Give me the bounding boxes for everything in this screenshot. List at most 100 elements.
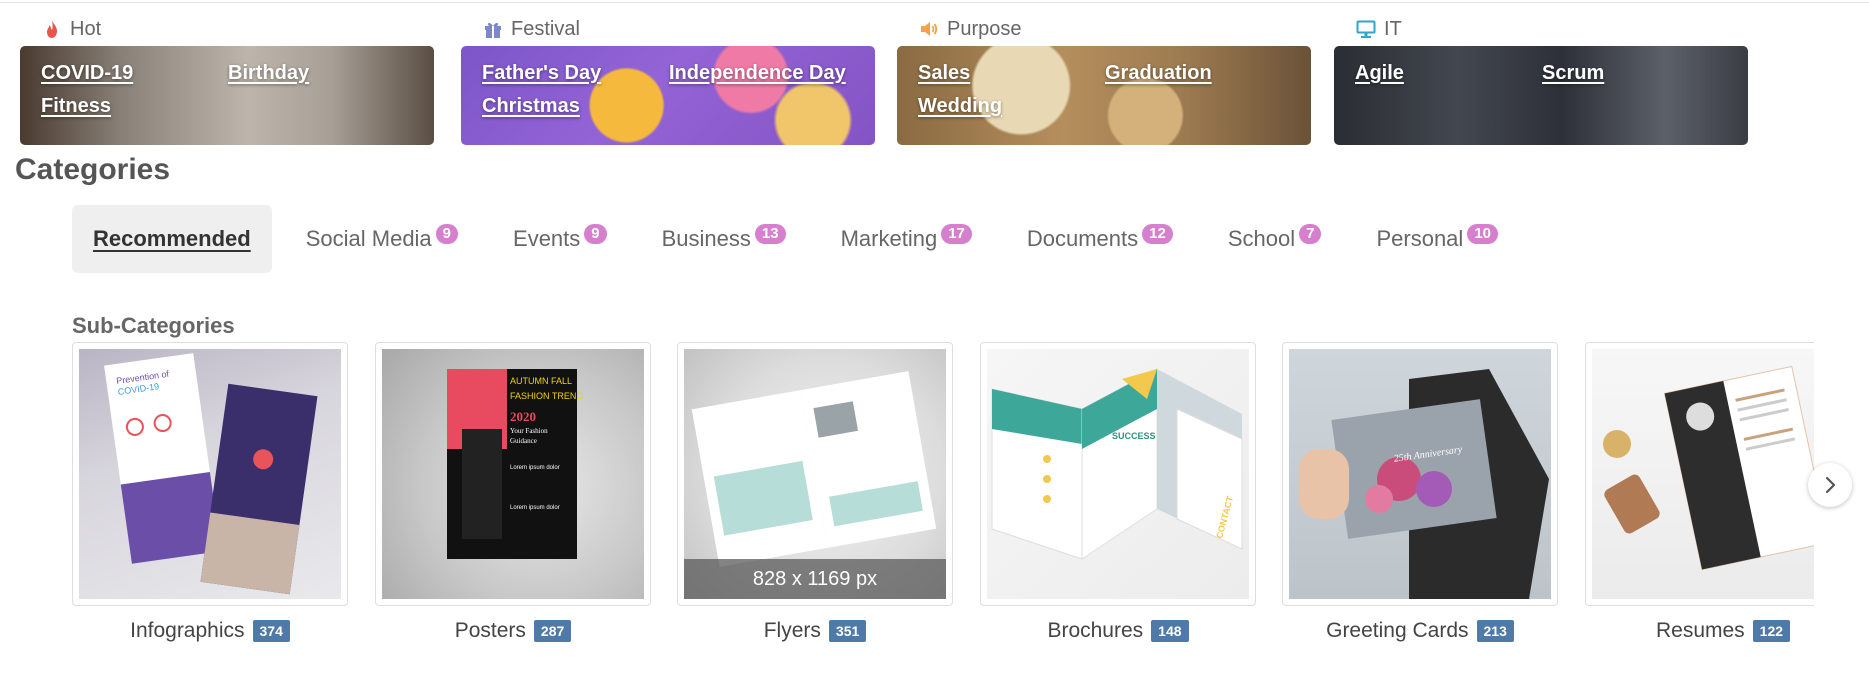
poster-thumb-line-3: Your Fashion: [510, 427, 548, 435]
theme-purpose: Purpose Sales Graduation Wedding: [897, 14, 1311, 145]
thumbnail-frame: 828 x 1169 px: [677, 342, 953, 606]
tab-events[interactable]: Events 9: [513, 205, 607, 273]
tab-count-badge: 12: [1142, 224, 1173, 244]
subcategory-count-badge: 351: [828, 620, 867, 642]
tab-count-badge: 17: [941, 224, 972, 244]
tab-label: Events: [513, 226, 581, 251]
tab-recommended[interactable]: Recommended: [72, 205, 272, 273]
subcategory-label: Brochures 148: [980, 619, 1256, 643]
theme-hot-banner: COVID-19 Birthday Fitness: [20, 46, 434, 145]
thumbnail-frame: 25th Anniversary: [1282, 342, 1558, 606]
tab-personal[interactable]: Personal 10: [1376, 205, 1498, 273]
tab-label: Personal: [1376, 226, 1464, 251]
subcategory-label: Posters 287: [375, 619, 651, 643]
theme-hot-title: Hot: [70, 17, 102, 40]
theme-hot: Hot COVID-19 Birthday Fitness: [20, 14, 434, 145]
flyer-thumbnail: 828 x 1169 px: [684, 349, 946, 599]
subcategory-card-infographics[interactable]: Prevention of COVID-19 Infographics 374: [72, 342, 348, 643]
theme-hot-header: Hot: [20, 14, 434, 44]
link-fitness[interactable]: Fitness: [41, 95, 228, 118]
subcategory-count-badge: 148: [1151, 620, 1189, 642]
subcategory-card-flyers[interactable]: 828 x 1169 px Flyers 351: [677, 342, 953, 643]
link-agile[interactable]: Agile: [1355, 62, 1542, 85]
link-wedding[interactable]: Wedding: [918, 95, 1105, 118]
gift-icon: [483, 19, 503, 39]
tab-documents[interactable]: Documents 12: [1027, 205, 1173, 273]
subcategory-count-badge: 287: [533, 620, 572, 642]
subcategory-name: Flyers: [763, 619, 821, 642]
poster-thumb-line-5: Lorem ipsum dolor: [510, 465, 560, 471]
category-tabs: Recommended Social Media 9 Events 9 Busi…: [72, 205, 1498, 273]
tab-social-media[interactable]: Social Media 9: [305, 205, 459, 273]
poster-thumbnail: AUTUMN FALL FASHION TREND 2020 Your Fash…: [382, 349, 644, 599]
theme-it-banner: Agile Scrum: [1334, 46, 1748, 145]
subcategory-name: Brochures: [1047, 619, 1144, 642]
link-independence-day[interactable]: Independence Day: [669, 62, 869, 85]
subcategory-card-greeting-cards[interactable]: 25th Anniversary Greeting Cards 213: [1282, 342, 1558, 643]
tab-count-badge: 10: [1467, 224, 1498, 244]
tab-count-badge: 9: [584, 224, 607, 244]
poster-thumb-year: 2020: [510, 409, 536, 424]
flame-icon: [42, 19, 62, 39]
link-sales[interactable]: Sales: [918, 62, 1105, 85]
poster-thumb-line-2: FASHION TREND: [510, 391, 583, 401]
theme-festival-header: Festival: [461, 14, 875, 44]
tab-school[interactable]: School 7: [1228, 205, 1322, 273]
subcategory-label: Infographics 374: [72, 619, 348, 643]
theme-purpose-header: Purpose: [897, 14, 1311, 44]
tab-label: Documents: [1026, 226, 1139, 251]
link-fathers-day[interactable]: Father's Day: [482, 62, 669, 85]
subcategory-count-badge: 122: [1752, 620, 1791, 642]
subcategory-card-posters[interactable]: AUTUMN FALL FASHION TREND 2020 Your Fash…: [375, 342, 651, 643]
link-covid-19[interactable]: COVID-19: [41, 62, 228, 85]
tab-count-badge: 9: [435, 224, 459, 244]
subcategory-name: Resumes: [1655, 619, 1745, 642]
tab-count-badge: 13: [754, 224, 786, 244]
tab-label: Recommended: [93, 226, 251, 251]
image-dimension-overlay: 828 x 1169 px: [684, 559, 946, 599]
categories-title: Categories: [15, 153, 171, 186]
theme-purpose-banner: Sales Graduation Wedding: [897, 46, 1311, 145]
theme-it-title: IT: [1384, 17, 1402, 40]
carousel-next-button[interactable]: [1808, 463, 1852, 507]
theme-festival-title: Festival: [511, 17, 580, 40]
speaker-icon: [919, 19, 939, 39]
thumbnail-frame: Prevention of COVID-19: [72, 342, 348, 606]
brochure-thumb-success: SUCCESS: [1112, 431, 1156, 441]
thumbnail-frame: AUTUMN FALL FASHION TREND 2020 Your Fash…: [375, 342, 651, 606]
monitor-icon: [1356, 19, 1376, 39]
subcategory-label: Flyers 351: [677, 619, 953, 643]
link-scrum[interactable]: Scrum: [1542, 62, 1742, 85]
tab-label: School: [1227, 226, 1296, 251]
subcategory-card-brochures[interactable]: SUCCESS CONTACT Brochures 148: [980, 342, 1256, 643]
subcategory-count-badge: 374: [252, 620, 290, 642]
subcategory-label: Greeting Cards 213: [1282, 619, 1558, 643]
poster-thumb-line-6: Lorem ipsum dolor: [510, 505, 560, 511]
subcategory-name: Posters: [454, 619, 526, 642]
subcategory-name: Greeting Cards: [1326, 619, 1469, 642]
tab-label: Business: [661, 226, 751, 251]
theme-festival: Festival Father's Day Independence Day C…: [461, 14, 875, 145]
tab-label: Marketing: [840, 226, 938, 251]
link-graduation[interactable]: Graduation: [1105, 62, 1305, 85]
theme-it-header: IT: [1334, 14, 1748, 44]
tab-label: Social Media: [305, 226, 432, 251]
infographic-thumbnail: Prevention of COVID-19: [79, 349, 341, 599]
subcategories-title: Sub-Categories: [72, 313, 235, 338]
link-christmas[interactable]: Christmas: [482, 95, 669, 118]
top-divider: [0, 2, 1869, 3]
thumbnail-frame: SUCCESS CONTACT: [980, 342, 1256, 606]
theme-festival-banner: Father's Day Independence Day Christmas: [461, 46, 875, 145]
greeting-card-thumbnail: 25th Anniversary: [1289, 349, 1551, 599]
theme-purpose-title: Purpose: [947, 17, 1022, 40]
subcategory-count-badge: 213: [1476, 620, 1514, 642]
tab-business[interactable]: Business 13: [662, 205, 786, 273]
link-birthday[interactable]: Birthday: [228, 62, 428, 85]
subcategory-name: Infographics: [130, 619, 245, 642]
tab-marketing[interactable]: Marketing 17: [841, 205, 972, 273]
poster-thumb-line-1: AUTUMN FALL: [510, 376, 572, 386]
subcategory-label: Resumes 122: [1585, 619, 1861, 643]
poster-thumb-line-4: Guidance: [510, 437, 537, 445]
theme-it: IT Agile Scrum: [1334, 14, 1748, 145]
chevron-right-icon: [1825, 476, 1836, 494]
